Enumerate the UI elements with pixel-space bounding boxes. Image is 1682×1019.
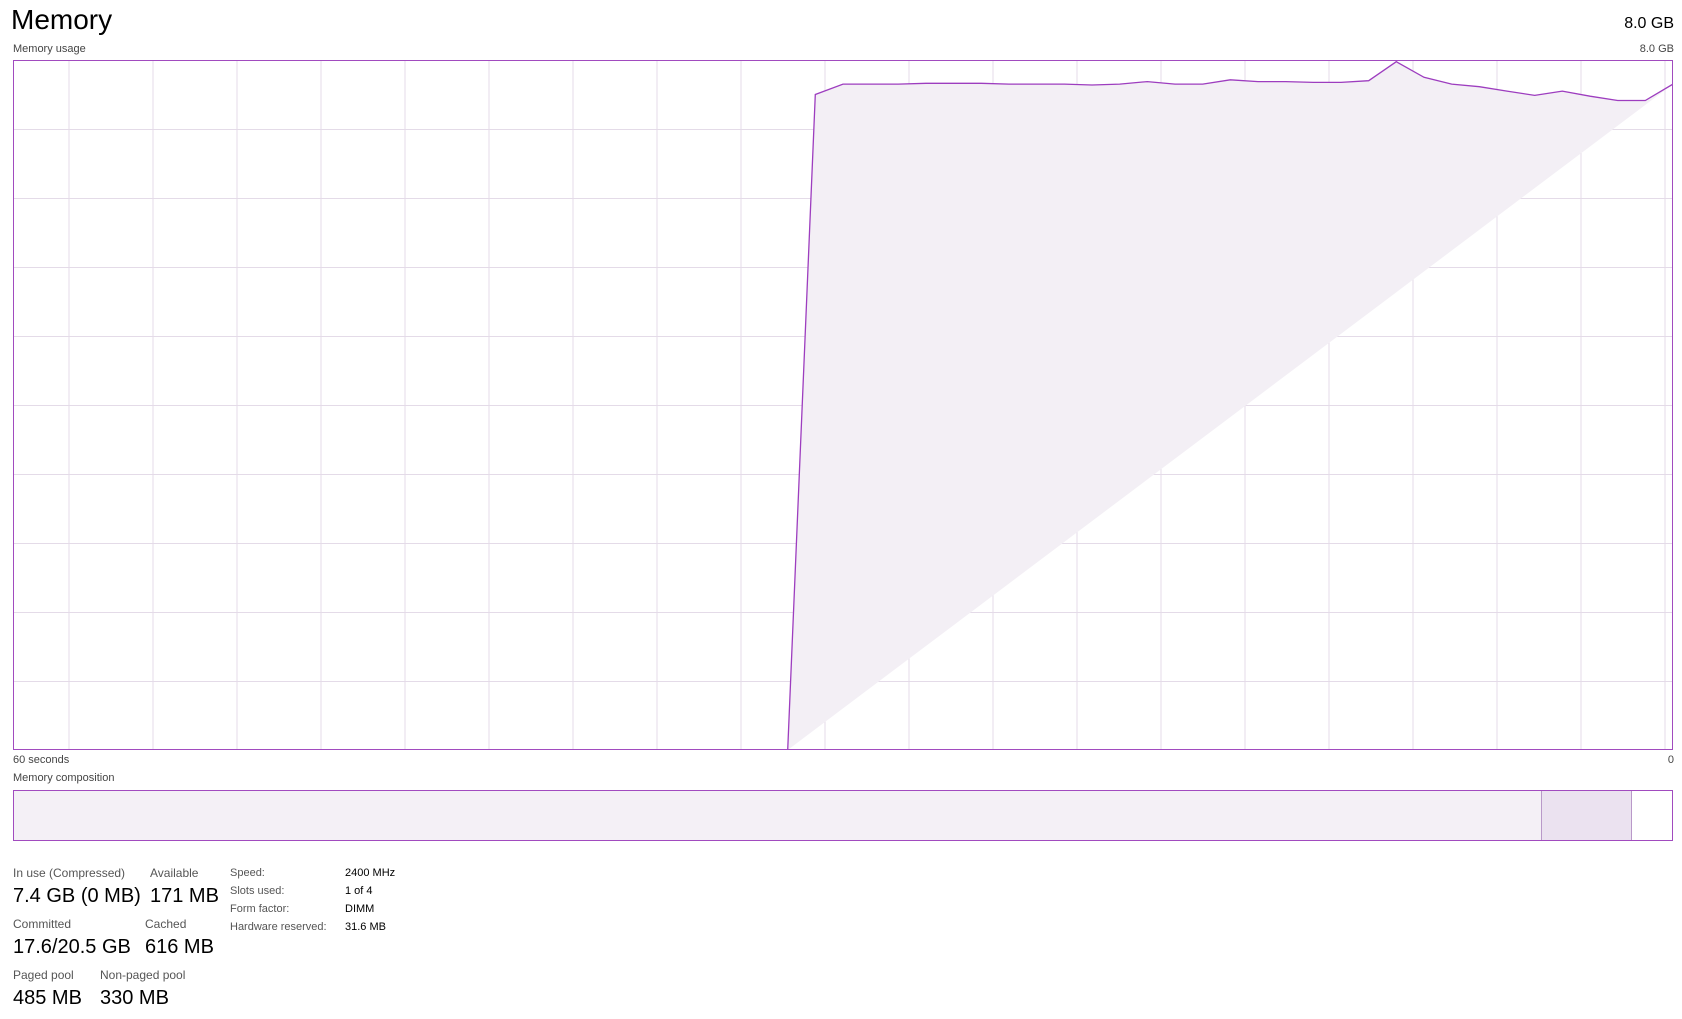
cached-label: Cached — [145, 917, 187, 931]
memory-usage-label: Memory usage — [13, 43, 86, 55]
memory-usage-chart — [13, 60, 1673, 750]
page-title: Memory — [11, 4, 113, 35]
in-use-label: In use (Compressed) — [13, 866, 126, 880]
memory-usage-graph — [13, 60, 1673, 750]
in-use-value: 7.4 GB (0 MB) — [13, 885, 141, 907]
composition-modified-segment — [1541, 791, 1633, 840]
available-value: 171 MB — [150, 885, 219, 907]
paged-pool-label: Paged pool — [13, 968, 74, 982]
committed-value: 17.6/20.5 GB — [13, 936, 131, 958]
paged-pool-value: 485 MB — [13, 987, 82, 1009]
slots-used-value: 1 of 4 — [345, 885, 373, 897]
time-span-label: 60 seconds — [13, 754, 70, 766]
total-memory: 8.0 GB — [1624, 15, 1674, 32]
hardware-reserved-label: Hardware reserved: — [230, 921, 327, 933]
non-paged-pool-value: 330 MB — [100, 987, 169, 1009]
speed-value: 2400 MHz — [345, 867, 396, 879]
memory-composition-label: Memory composition — [13, 772, 115, 784]
cached-value: 616 MB — [145, 936, 214, 958]
committed-label: Committed — [13, 917, 72, 931]
composition-in-use-segment — [14, 791, 1542, 840]
non-paged-pool-label: Non-paged pool — [100, 968, 186, 982]
time-end-label: 0 — [1667, 754, 1674, 766]
hardware-reserved-value: 31.6 MB — [345, 921, 386, 933]
graph-max-label: 8.0 GB — [1639, 43, 1674, 55]
available-label: Available — [150, 866, 199, 880]
form-factor-value: DIMM — [345, 903, 375, 915]
form-factor-label: Form factor: — [230, 903, 290, 915]
memory-composition-bar — [13, 790, 1673, 841]
slots-used-label: Slots used: — [230, 885, 285, 897]
speed-label: Speed: — [230, 867, 265, 879]
